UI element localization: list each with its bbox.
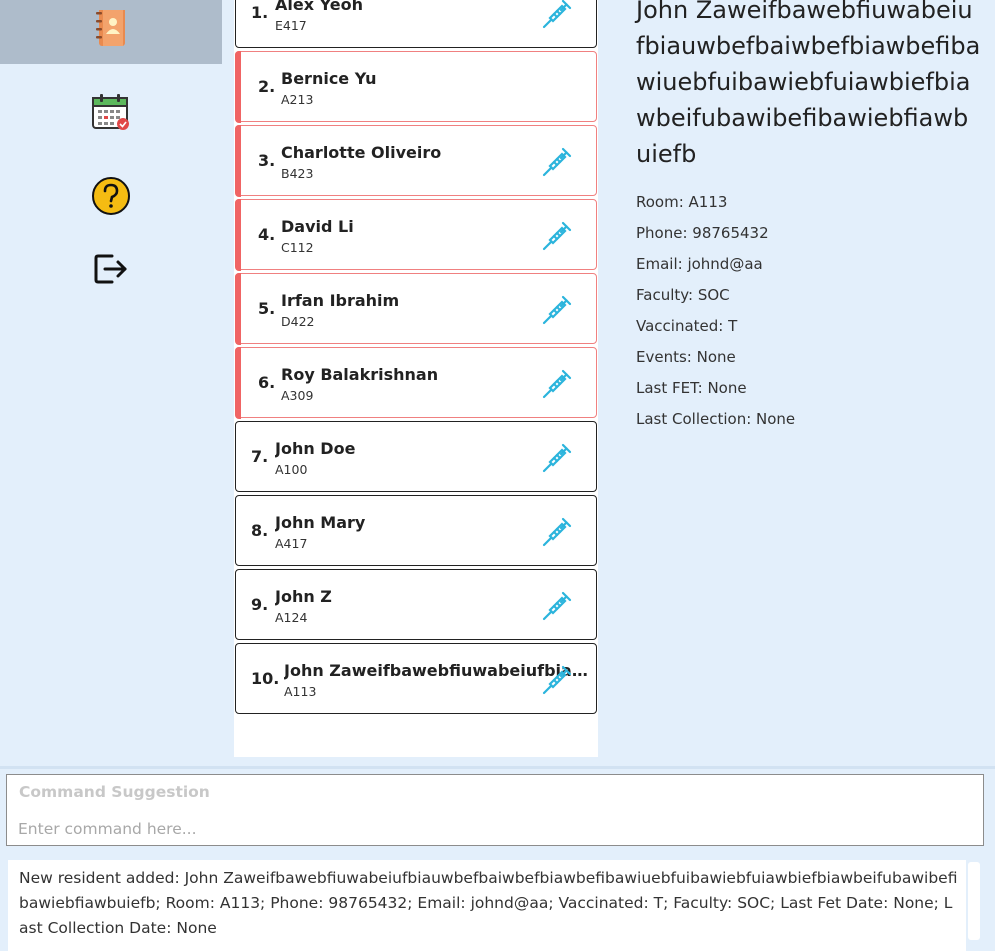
- vaccinated-syringe-icon: [542, 443, 572, 473]
- list-item[interactable]: 4. David Li C112: [234, 198, 597, 271]
- detail-resident-name: John Zaweifbawebfiuwabeiufbiauwbefbaiwbe…: [636, 0, 981, 168]
- detail-vaccinated: Vaccinated: T: [636, 317, 738, 335]
- detail-room: Room: A113: [636, 193, 728, 211]
- detail-email: Email: johnd@aa: [636, 255, 763, 273]
- resident-room: A417: [275, 536, 308, 551]
- resident-name: Alex Yeoh: [275, 0, 363, 14]
- resident-name: John Doe: [275, 439, 356, 458]
- sidebar-item-exit[interactable]: [0, 246, 222, 292]
- list-item[interactable]: 6. Roy Balakrishnan A309: [234, 346, 597, 419]
- resident-name: Roy Balakrishnan: [281, 365, 439, 384]
- resident-name: David Li: [281, 217, 354, 236]
- command-input[interactable]: [18, 815, 918, 843]
- command-suggestion: Command Suggestion: [19, 783, 210, 801]
- detail-phone: Phone: 98765432: [636, 224, 769, 242]
- detail-events: Events: None: [636, 348, 736, 366]
- resident-name: John Z: [275, 587, 332, 606]
- exit-icon: [92, 250, 130, 288]
- help-icon: [91, 176, 131, 216]
- resident-room: D422: [281, 314, 315, 329]
- vaccinated-syringe-icon: [542, 665, 572, 695]
- list-item[interactable]: 8. John Mary A417: [235, 495, 597, 566]
- resident-name: Bernice Yu: [281, 69, 377, 88]
- detail-last-collection: Last Collection: None: [636, 410, 796, 428]
- resident-index: 3.: [258, 151, 276, 170]
- resident-index: 10.: [251, 669, 280, 688]
- resident-index: 4.: [258, 225, 276, 244]
- resident-room: A113: [284, 684, 317, 699]
- resident-room: B423: [281, 166, 314, 181]
- calendar-icon: [90, 91, 132, 133]
- resident-name: Charlotte Oliveiro: [281, 143, 442, 162]
- result-scrollbar[interactable]: [968, 862, 980, 940]
- sidebar-item-residents[interactable]: [0, 0, 222, 64]
- vaccinated-syringe-icon: [542, 591, 572, 621]
- resident-index: 8.: [251, 521, 269, 540]
- resident-room: A100: [275, 462, 308, 477]
- list-item[interactable]: 7. John Doe A100: [235, 421, 597, 492]
- resident-index: 1.: [251, 3, 269, 22]
- list-item[interactable]: 2. Bernice Yu A213: [234, 50, 597, 123]
- vaccinated-syringe-icon: [542, 147, 572, 177]
- resident-detail-panel: John Zaweifbawebfiuwabeiufbiauwbefbaiwbe…: [610, 0, 995, 766]
- vaccinated-syringe-icon: [542, 517, 572, 547]
- result-message: New resident added: John Zaweifbawebfiuw…: [19, 869, 958, 937]
- address-book-icon: [91, 10, 131, 54]
- list-item[interactable]: 9. John Z A124: [235, 569, 597, 640]
- divider: [0, 766, 995, 769]
- resident-index: 2.: [258, 77, 276, 96]
- vaccinated-syringe-icon: [542, 295, 572, 325]
- resident-index: 7.: [251, 447, 269, 466]
- list-item[interactable]: 10. John Zaweifbawebfiuwabeiufbiauwbe...…: [235, 643, 597, 714]
- list-item[interactable]: 1. Alex Yeoh E417: [235, 0, 597, 48]
- command-box: Command Suggestion: [6, 774, 984, 846]
- resident-room: A124: [275, 610, 308, 625]
- sidebar: [0, 0, 224, 766]
- resident-list[interactable]: 1. Alex Yeoh E417 2. Bernice Yu A213 3. …: [234, 0, 598, 757]
- resident-index: 5.: [258, 299, 276, 318]
- list-item[interactable]: 3. Charlotte Oliveiro B423: [234, 124, 597, 197]
- resident-index: 9.: [251, 595, 269, 614]
- resident-room: A213: [281, 92, 314, 107]
- result-display[interactable]: New resident added: John Zaweifbawebfiuw…: [8, 860, 966, 951]
- resident-index: 6.: [258, 373, 276, 392]
- vaccinated-syringe-icon: [542, 369, 572, 399]
- resident-name: Irfan Ibrahim: [281, 291, 400, 310]
- resident-room: C112: [281, 240, 314, 255]
- vaccinated-syringe-icon: [542, 0, 572, 29]
- detail-last-fet: Last FET: None: [636, 379, 747, 397]
- resident-name: John Mary: [275, 513, 366, 532]
- resident-room: A309: [281, 388, 314, 403]
- vaccinated-syringe-icon: [542, 221, 572, 251]
- sidebar-item-help[interactable]: [0, 170, 222, 222]
- sidebar-item-events[interactable]: [0, 84, 222, 140]
- detail-faculty: Faculty: SOC: [636, 286, 730, 304]
- list-item[interactable]: 5. Irfan Ibrahim D422: [234, 272, 597, 345]
- resident-room: E417: [275, 18, 307, 33]
